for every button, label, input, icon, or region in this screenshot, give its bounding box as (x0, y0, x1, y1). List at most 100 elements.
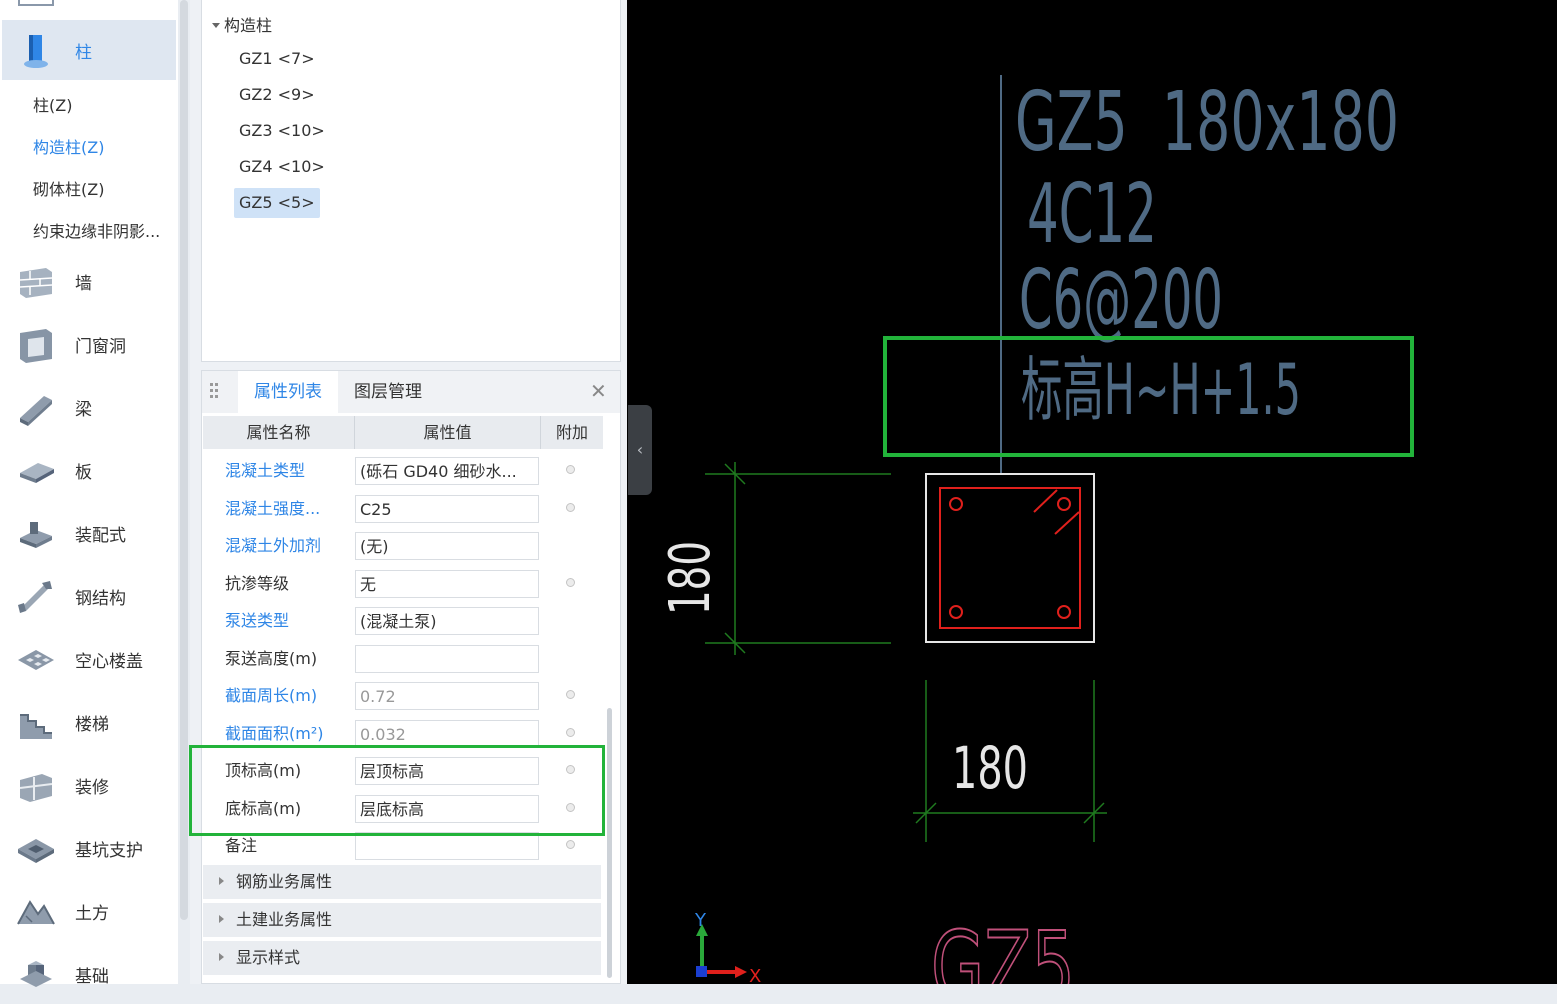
axis-y-label: Y (694, 910, 707, 931)
pit-support-icon (18, 839, 54, 863)
property-value-field[interactable]: C25 (355, 494, 539, 523)
category-label: 墙 (75, 274, 92, 294)
category-door-window[interactable]: 门窗洞 (0, 314, 178, 374)
property-value-field[interactable]: 0.032 (355, 719, 539, 748)
property-value-field[interactable]: (无) (355, 532, 539, 560)
property-name[interactable]: 混凝土外加剂 (225, 527, 321, 564)
collapse-panel-button[interactable]: ‹ (628, 405, 652, 495)
category-decoration[interactable]: 装修 (0, 755, 178, 815)
scrolled-category-icon (18, 0, 54, 6)
category-earthwork[interactable]: 土方 (0, 881, 178, 941)
category-wall[interactable]: 墙 (0, 251, 178, 311)
tree-root[interactable]: 构造柱 (212, 12, 272, 36)
sidebar-scrollbar[interactable] (180, 0, 188, 920)
category-stair[interactable]: 楼梯 (0, 692, 178, 752)
stirrup-hook (1033, 489, 1058, 513)
category-prefab[interactable]: 装配式 (0, 503, 178, 563)
property-name: 抗渗等级 (225, 573, 290, 593)
subitem-column[interactable]: 柱(Z) (33, 92, 72, 116)
group-display-style[interactable]: 显示样式 (203, 941, 601, 975)
extra-checkbox[interactable] (566, 690, 575, 699)
tree-node-gz2[interactable]: GZ2 <9> (234, 80, 320, 110)
category-label: 土方 (75, 904, 109, 924)
rebar-circle (1057, 605, 1071, 619)
dim-vertical-label: 180 (658, 541, 723, 615)
tree-node-gz5[interactable]: GZ5 <5> (234, 188, 320, 218)
property-name[interactable]: 混凝土类型 (225, 452, 305, 489)
column-icon (24, 35, 48, 68)
dim-horizontal-label: 180 (952, 734, 1028, 802)
category-foundation[interactable]: 基础 (0, 944, 178, 1004)
caret-right-icon (219, 877, 224, 885)
tree-node-gz1[interactable]: GZ1 <7> (234, 44, 320, 74)
stirrup-hook (1054, 511, 1080, 535)
extra-checkbox[interactable] (566, 577, 575, 587)
subitem-masonry-column[interactable]: 砌体柱(Z) (33, 176, 104, 200)
extra-checkbox[interactable] (566, 840, 575, 849)
property-value-field[interactable]: (砾石 GD40 细砂水... (355, 457, 539, 485)
caret-down-icon[interactable] (212, 23, 220, 28)
property-row[interactable]: 混凝土外加剂 (无) (203, 527, 603, 564)
property-row[interactable]: 泵送类型 (混凝土泵) (203, 602, 603, 639)
x-axis-arrow (735, 966, 747, 978)
annotation-elevation: 标高H~H+1.5 (1021, 349, 1301, 431)
close-icon[interactable]: ✕ (590, 379, 607, 403)
rebar-circle (949, 497, 963, 511)
group-civil-properties[interactable]: 土建业务属性 (203, 903, 601, 937)
caret-right-icon (219, 953, 224, 961)
category-beam[interactable]: 梁 (0, 377, 178, 437)
category-slab[interactable]: 板 (0, 440, 178, 500)
slab-icon (20, 463, 54, 483)
drag-handle-icon[interactable] (210, 383, 220, 403)
prefab-icon (20, 522, 52, 548)
elevation-highlight-box (189, 745, 605, 836)
category-column[interactable]: 柱 (0, 20, 178, 80)
property-name[interactable]: 截面周长(m) (225, 677, 317, 714)
subitem-constraint-edge[interactable]: 约束边缘非阴影... (33, 218, 160, 242)
category-pit-support[interactable]: 基坑支护 (0, 818, 178, 878)
tree-root-label: 构造柱 (224, 16, 273, 35)
property-name[interactable]: 泵送类型 (225, 602, 289, 639)
property-value-field[interactable] (355, 644, 539, 673)
category-hollow-floor[interactable]: 空心楼盖 (0, 629, 178, 689)
column-label: GZ5 (931, 911, 1075, 984)
earthwork-icon (17, 900, 55, 925)
property-row[interactable]: 泵送高度(m) (203, 640, 603, 677)
property-value-field[interactable]: (混凝土泵) (355, 607, 539, 635)
property-row[interactable]: 混凝土强度... C25 (203, 490, 603, 527)
category-label: 柱 (75, 43, 92, 63)
tree-node-gz4[interactable]: GZ4 <10> (234, 152, 330, 182)
component-tree: 构造柱 GZ1 <7> GZ2 <9> GZ3 <10> GZ4 <10> GZ… (201, 0, 621, 362)
extra-checkbox[interactable] (566, 465, 575, 474)
header-property-value: 属性值 (355, 416, 541, 449)
group-rebar-properties[interactable]: 钢筋业务属性 (203, 865, 601, 899)
header-extra: 附加 (555, 423, 588, 442)
beam-icon (20, 396, 52, 426)
property-name[interactable]: 混凝土强度... (225, 490, 320, 527)
property-row[interactable]: 截面周长(m) 0.72 (203, 677, 603, 714)
property-row[interactable]: 混凝土类型 (砾石 GD40 细砂水... (203, 452, 603, 489)
drawing-canvas[interactable]: GZ5 180x180 4C12 C6@200 标高H~H+1.5 180 18… (627, 0, 1557, 984)
group-label: 土建业务属性 (236, 910, 333, 929)
extra-checkbox[interactable] (566, 502, 575, 512)
category-label: 基础 (75, 967, 109, 987)
annotation-main-rebar: 4C12 (1027, 167, 1157, 262)
category-label: 楼梯 (75, 715, 109, 735)
caret-right-icon (219, 915, 224, 923)
rebar-circle (1057, 497, 1071, 511)
tab-property-list[interactable]: 属性列表 (238, 371, 338, 413)
category-label: 空心楼盖 (75, 652, 143, 672)
tree-node-gz3[interactable]: GZ3 <10> (234, 116, 330, 146)
category-steel[interactable]: 钢结构 (0, 566, 178, 626)
property-row[interactable]: 抗渗等级 无 (203, 565, 603, 602)
category-label: 装配式 (75, 526, 126, 546)
properties-scrollbar[interactable] (607, 708, 612, 978)
tab-layer-management[interactable]: 图层管理 (354, 371, 422, 413)
category-sidebar: 柱 柱(Z) 构造柱(Z) 砌体柱(Z) 约束边缘非阴影... 墙 门窗洞 梁 (0, 0, 178, 987)
property-value-field[interactable]: 0.72 (355, 682, 539, 710)
property-value-field[interactable]: 无 (355, 569, 539, 598)
property-value-field[interactable] (355, 832, 539, 860)
extra-checkbox[interactable] (566, 727, 575, 737)
category-label: 板 (75, 463, 92, 483)
subitem-constructional-column[interactable]: 构造柱(Z) (33, 134, 104, 158)
